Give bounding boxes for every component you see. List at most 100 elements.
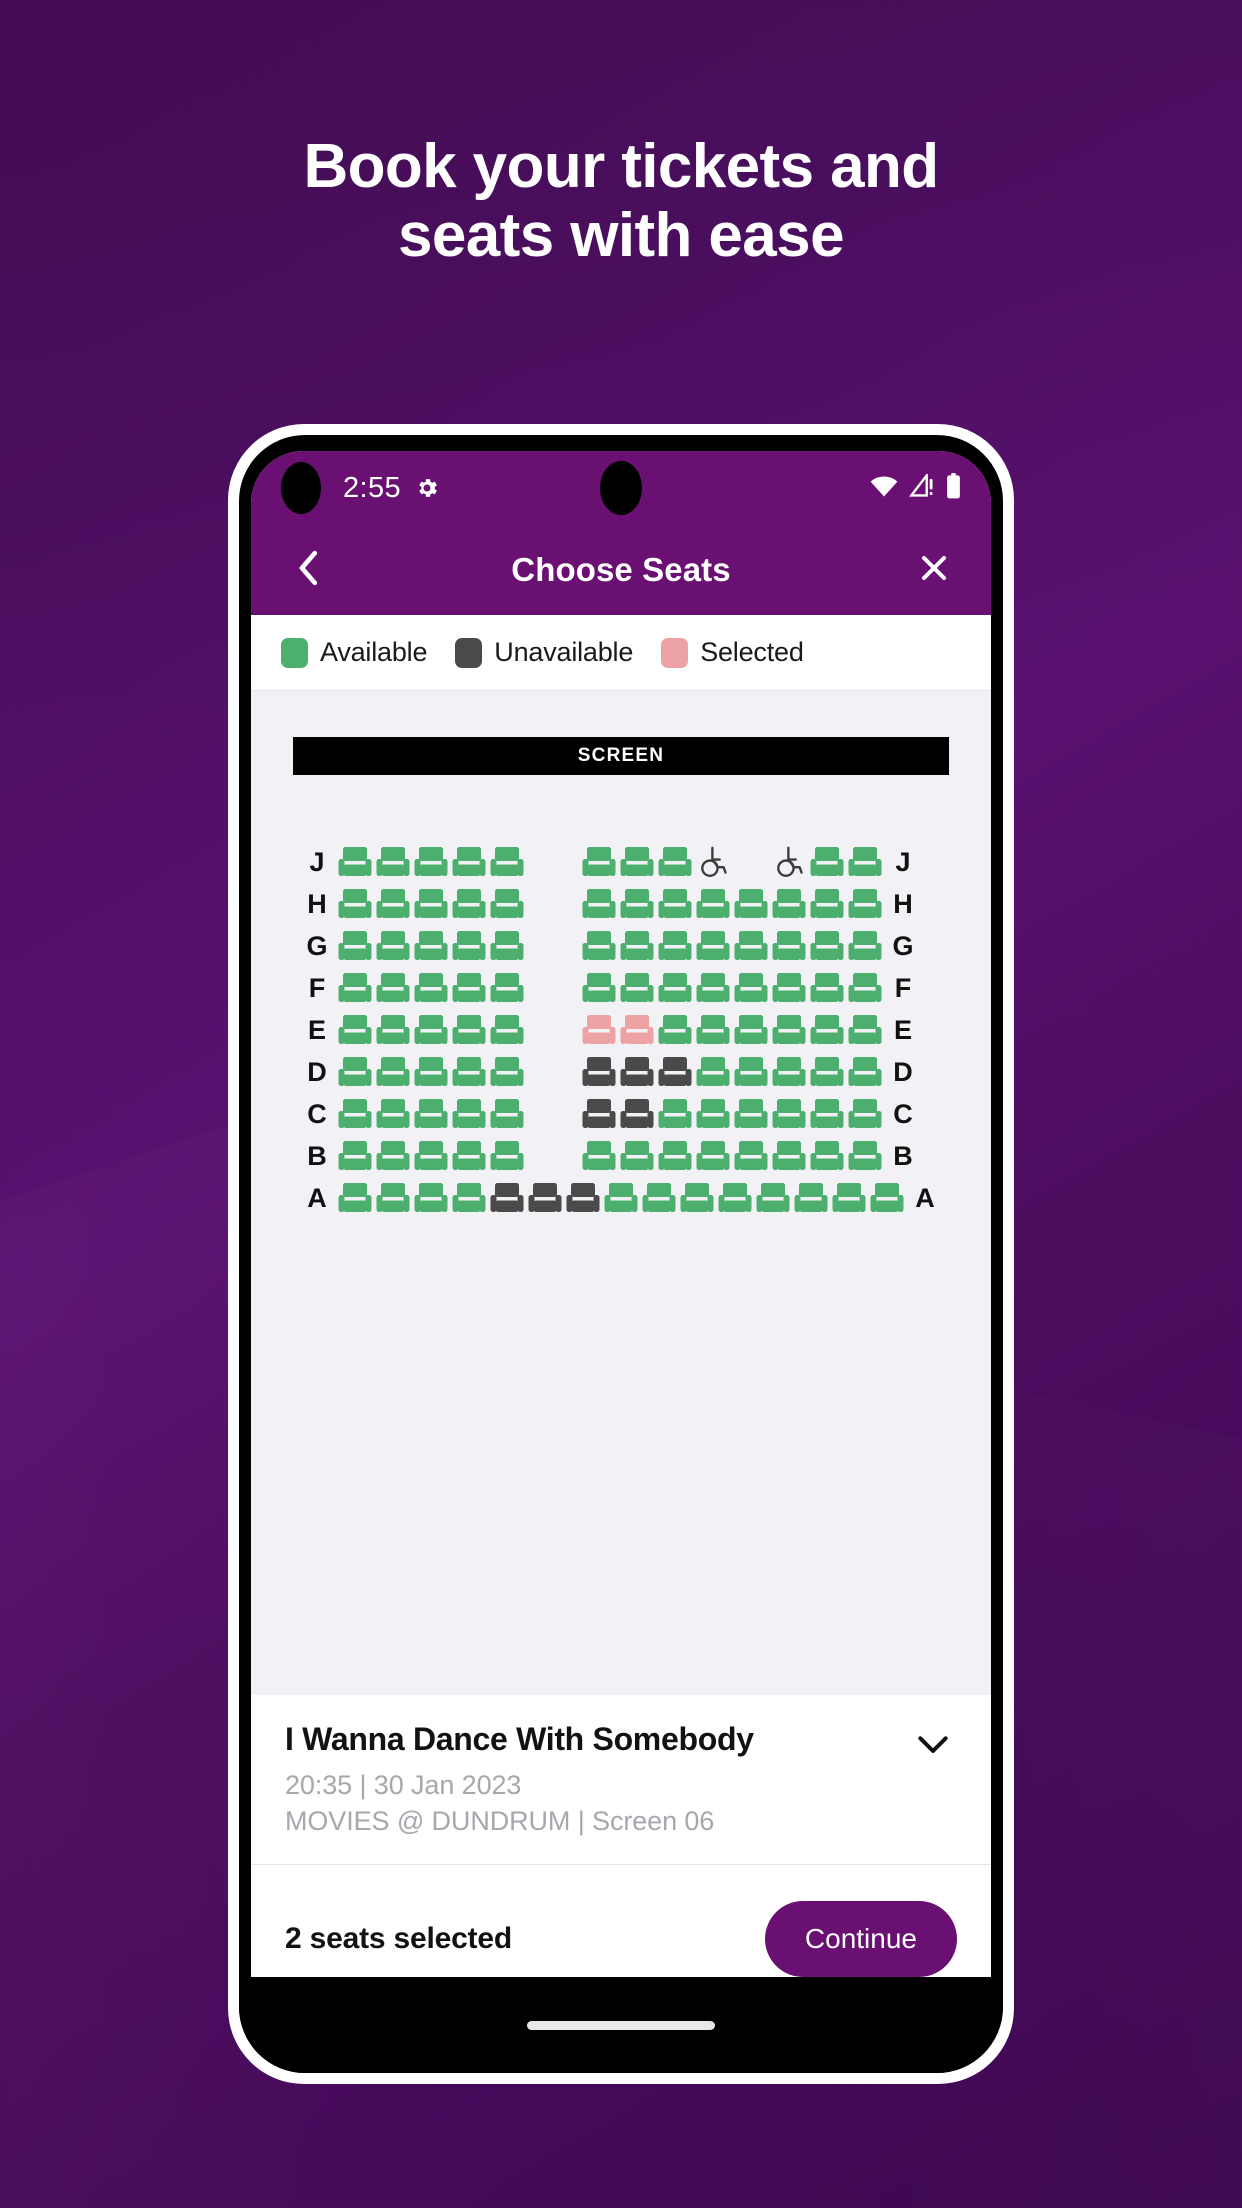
seat-available[interactable] [412,843,450,881]
continue-button[interactable]: Continue [764,1901,957,1977]
seat-available[interactable] [678,1179,716,1217]
seat-available[interactable] [374,1137,412,1175]
seat-available[interactable] [770,1137,808,1175]
seat-available[interactable] [694,969,732,1007]
seat-available[interactable] [732,927,770,965]
seat-available[interactable] [716,1179,754,1217]
seat-available[interactable] [656,927,694,965]
expand-details-button[interactable] [909,1723,957,1771]
seat-available[interactable] [412,1179,450,1217]
seat-unavailable[interactable] [656,1053,694,1091]
seat-available[interactable] [868,1179,906,1217]
seat-available[interactable] [732,1137,770,1175]
seat-available[interactable] [618,969,656,1007]
seat-available[interactable] [694,927,732,965]
seat-available[interactable] [770,969,808,1007]
back-button[interactable] [281,543,335,597]
seat-available[interactable] [830,1179,868,1217]
seat-available[interactable] [694,1053,732,1091]
seat-available[interactable] [732,969,770,1007]
seat-unavailable[interactable] [580,1095,618,1133]
seat-available[interactable] [412,1095,450,1133]
seat-available[interactable] [694,1011,732,1049]
seat-available[interactable] [374,1179,412,1217]
seat-available[interactable] [618,843,656,881]
seat-available[interactable] [374,927,412,965]
seat-available[interactable] [846,843,884,881]
seat-available[interactable] [808,885,846,923]
seat-available[interactable] [488,1011,526,1049]
seat-available[interactable] [450,843,488,881]
seat-available[interactable] [336,1095,374,1133]
seat-available[interactable] [656,969,694,1007]
seat-available[interactable] [846,885,884,923]
seat-available[interactable] [412,1137,450,1175]
close-button[interactable] [907,543,961,597]
seat-available[interactable] [336,1011,374,1049]
seat-available[interactable] [488,969,526,1007]
seat-available[interactable] [808,969,846,1007]
seat-available[interactable] [580,927,618,965]
seat-available[interactable] [336,969,374,1007]
seat-available[interactable] [580,969,618,1007]
seat-available[interactable] [694,885,732,923]
seat-unavailable[interactable] [618,1095,656,1133]
seat-available[interactable] [450,927,488,965]
wheelchair-accessible-icon[interactable] [770,843,808,881]
seat-available[interactable] [580,1137,618,1175]
seat-available[interactable] [336,1053,374,1091]
seat-available[interactable] [792,1179,830,1217]
seat-available[interactable] [374,843,412,881]
seat-available[interactable] [732,1095,770,1133]
seat-available[interactable] [618,885,656,923]
seat-available[interactable] [808,1053,846,1091]
seat-available[interactable] [808,843,846,881]
seat-selected[interactable] [618,1011,656,1049]
seat-available[interactable] [580,843,618,881]
seat-available[interactable] [450,885,488,923]
seat-available[interactable] [808,1011,846,1049]
seat-available[interactable] [488,1095,526,1133]
seat-available[interactable] [732,1053,770,1091]
seat-unavailable[interactable] [488,1179,526,1217]
seat-available[interactable] [846,1095,884,1133]
seat-available[interactable] [336,927,374,965]
seat-available[interactable] [374,1095,412,1133]
seat-available[interactable] [450,969,488,1007]
seat-available[interactable] [732,885,770,923]
seat-available[interactable] [656,1137,694,1175]
seat-available[interactable] [808,1095,846,1133]
seat-available[interactable] [450,1011,488,1049]
seat-available[interactable] [770,885,808,923]
seat-available[interactable] [602,1179,640,1217]
seat-available[interactable] [336,1179,374,1217]
seat-available[interactable] [640,1179,678,1217]
seat-unavailable[interactable] [580,1053,618,1091]
seat-available[interactable] [488,1137,526,1175]
seat-available[interactable] [694,1137,732,1175]
seat-available[interactable] [450,1137,488,1175]
seat-available[interactable] [618,927,656,965]
seat-available[interactable] [770,1095,808,1133]
seat-available[interactable] [450,1179,488,1217]
seat-unavailable[interactable] [564,1179,602,1217]
seat-available[interactable] [846,1053,884,1091]
seat-available[interactable] [488,885,526,923]
seat-available[interactable] [412,885,450,923]
seat-available[interactable] [580,885,618,923]
seat-available[interactable] [656,885,694,923]
seat-available[interactable] [732,1011,770,1049]
seat-available[interactable] [618,1137,656,1175]
seat-available[interactable] [656,1095,694,1133]
seat-unavailable[interactable] [526,1179,564,1217]
seat-available[interactable] [656,843,694,881]
seat-available[interactable] [846,927,884,965]
seat-available[interactable] [374,885,412,923]
seat-available[interactable] [336,843,374,881]
seat-available[interactable] [846,969,884,1007]
seat-available[interactable] [450,1095,488,1133]
seat-available[interactable] [488,843,526,881]
seat-selected[interactable] [580,1011,618,1049]
seat-available[interactable] [488,927,526,965]
seat-available[interactable] [412,1011,450,1049]
